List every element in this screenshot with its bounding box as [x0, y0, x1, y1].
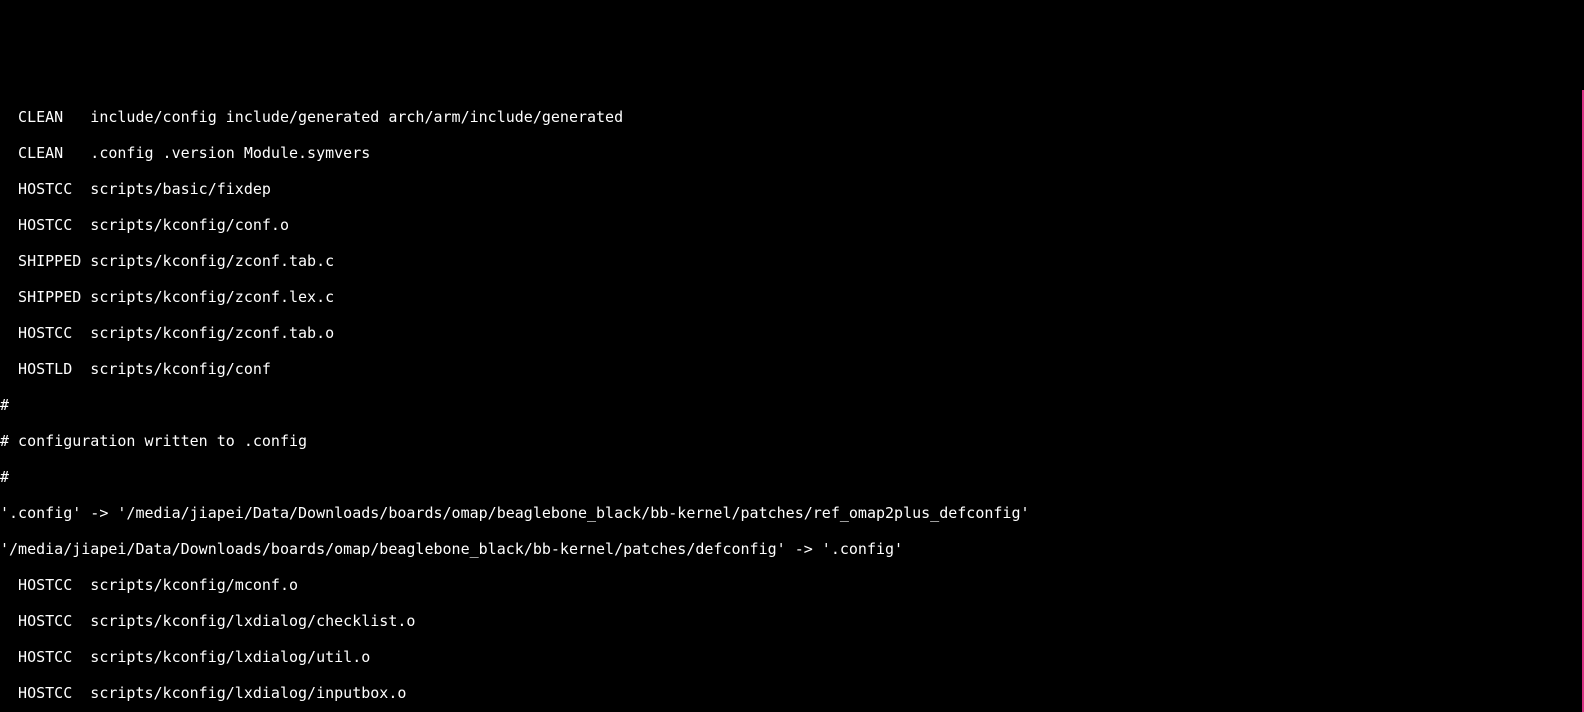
terminal-line: '.config' -> '/media/jiapei/Data/Downloa… [0, 504, 1582, 522]
terminal-line: HOSTCC scripts/kconfig/zconf.tab.o [0, 324, 1582, 342]
terminal-line: CLEAN .config .version Module.symvers [0, 144, 1582, 162]
terminal-line: HOSTCC scripts/kconfig/mconf.o [0, 576, 1582, 594]
terminal-line: # configuration written to .config [0, 432, 1582, 450]
terminal-line: CLEAN include/config include/generated a… [0, 108, 1582, 126]
terminal-line: SHIPPED scripts/kconfig/zconf.tab.c [0, 252, 1582, 270]
terminal-line: HOSTCC scripts/kconfig/lxdialog/checklis… [0, 612, 1582, 630]
terminal-line: HOSTCC scripts/kconfig/conf.o [0, 216, 1582, 234]
terminal-line: # [0, 396, 1582, 414]
terminal-line: HOSTCC scripts/kconfig/lxdialog/util.o [0, 648, 1582, 666]
terminal-output[interactable]: CLEAN include/config include/generated a… [0, 90, 1584, 712]
terminal-line: HOSTLD scripts/kconfig/conf [0, 360, 1582, 378]
terminal-line: HOSTCC scripts/basic/fixdep [0, 180, 1582, 198]
terminal-line: HOSTCC scripts/kconfig/lxdialog/inputbox… [0, 684, 1582, 702]
terminal-line: # [0, 468, 1582, 486]
terminal-line: '/media/jiapei/Data/Downloads/boards/oma… [0, 540, 1582, 558]
terminal-line: SHIPPED scripts/kconfig/zconf.lex.c [0, 288, 1582, 306]
